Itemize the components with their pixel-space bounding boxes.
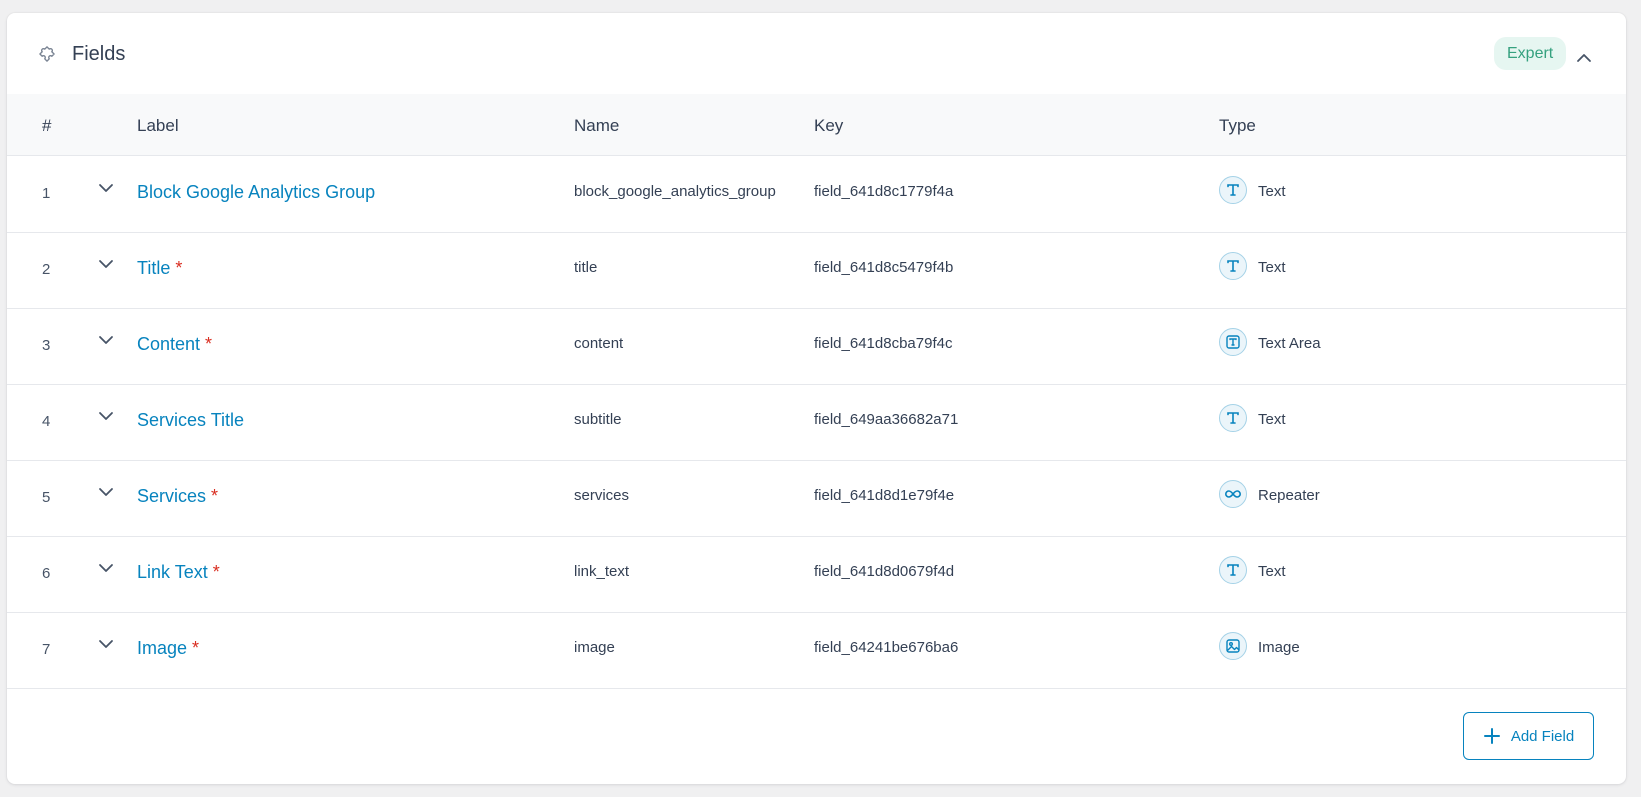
field-type: Image bbox=[1258, 639, 1300, 656]
field-key: field_641d8d1e79f4e bbox=[814, 487, 955, 504]
field-label-link[interactable]: Content * bbox=[137, 334, 212, 354]
field-name: block_google_analytics_group bbox=[574, 183, 776, 200]
required-asterisk: * bbox=[212, 562, 220, 582]
table-row: 6 Link Text * link_text field_641d8d0679f4d T… bbox=[7, 536, 1626, 613]
field-label[interactable]: Services bbox=[137, 486, 206, 506]
table-header: # Label Name Key Type bbox=[7, 94, 1626, 156]
field-type: Text bbox=[1258, 259, 1286, 276]
row-number: 7 bbox=[42, 641, 51, 658]
row-number: 5 bbox=[42, 489, 51, 506]
table-row: 4 Services Title subtitle field_649aa36682a… bbox=[7, 384, 1626, 461]
field-label-link[interactable]: Block Google Analytics Group bbox=[137, 182, 375, 202]
table-row: 1 Block Google Analytics Group block_googl… bbox=[7, 156, 1626, 233]
textarea-icon bbox=[1219, 328, 1247, 356]
panel-title: Fields bbox=[72, 43, 126, 65]
field-type: Text Area bbox=[1258, 335, 1321, 352]
chevron-up-icon[interactable] bbox=[1575, 51, 1593, 63]
chevron-down-icon[interactable] bbox=[97, 485, 115, 499]
table-row: 7 Image * image field_64241be676ba6 Image bbox=[7, 612, 1626, 689]
table-row: 3 Content * content field_641d8cba79f4c Text … bbox=[7, 308, 1626, 385]
text-icon bbox=[1219, 556, 1247, 584]
chevron-down-icon[interactable] bbox=[97, 181, 115, 195]
field-label[interactable]: Title bbox=[137, 258, 170, 278]
image-icon bbox=[1219, 632, 1247, 660]
repeater-icon bbox=[1219, 480, 1247, 508]
required-asterisk: * bbox=[175, 258, 183, 278]
field-label[interactable]: Block Google Analytics Group bbox=[137, 182, 375, 202]
field-key: field_641d8c1779f4a bbox=[814, 183, 954, 200]
field-name: link_text bbox=[574, 563, 630, 580]
row-number: 6 bbox=[42, 565, 51, 582]
field-key: field_649aa36682a71 bbox=[814, 411, 959, 428]
field-label-link[interactable]: Services * bbox=[137, 486, 218, 506]
field-key: field_64241be676ba6 bbox=[814, 639, 959, 656]
text-icon bbox=[1219, 252, 1247, 280]
panel-header: Fields Expert bbox=[7, 13, 1626, 95]
row-number: 3 bbox=[42, 337, 51, 354]
column-header-label: Label bbox=[137, 116, 179, 135]
field-type: Text bbox=[1258, 563, 1286, 580]
field-label-link[interactable]: Link Text * bbox=[137, 562, 220, 582]
field-key: field_641d8cba79f4c bbox=[814, 335, 953, 352]
add-field-label: Add Field bbox=[1510, 727, 1575, 745]
chevron-down-icon[interactable] bbox=[97, 561, 115, 575]
table-row: 5 Services * services field_641d8d1e79f4e Rep… bbox=[7, 460, 1626, 537]
field-type: Text bbox=[1258, 411, 1286, 428]
field-key: field_641d8d0679f4d bbox=[814, 563, 955, 580]
required-asterisk: * bbox=[192, 638, 200, 658]
column-header-name: Name bbox=[574, 116, 620, 135]
row-number: 2 bbox=[42, 261, 51, 278]
field-name: title bbox=[574, 259, 598, 276]
field-label-link[interactable]: Title * bbox=[137, 258, 182, 278]
row-number: 4 bbox=[42, 413, 51, 430]
row-number: 1 bbox=[42, 185, 51, 202]
required-asterisk: * bbox=[205, 334, 213, 354]
chevron-down-icon[interactable] bbox=[97, 257, 115, 271]
puzzle-icon bbox=[37, 42, 61, 66]
fields-panel: Fields Expert # Label Name Key Type 1 Blo… bbox=[7, 13, 1626, 784]
field-name: subtitle bbox=[574, 411, 622, 428]
field-key: field_641d8c5479f4b bbox=[814, 259, 954, 276]
field-name: services bbox=[574, 487, 630, 504]
field-label[interactable]: Image bbox=[137, 638, 187, 658]
text-icon bbox=[1219, 404, 1247, 432]
field-name: image bbox=[574, 639, 615, 656]
field-label[interactable]: Services Title bbox=[137, 410, 244, 430]
expert-badge[interactable]: Expert bbox=[1494, 37, 1567, 70]
field-label-link[interactable]: Image * bbox=[137, 638, 199, 658]
table-row: 2 Title * title field_641d8c5479f4b Text bbox=[7, 232, 1626, 309]
chevron-down-icon[interactable] bbox=[97, 637, 115, 651]
chevron-down-icon[interactable] bbox=[97, 409, 115, 423]
field-label-link[interactable]: Services Title bbox=[137, 410, 244, 430]
field-type: Repeater bbox=[1258, 487, 1320, 504]
column-header-type: Type bbox=[1219, 116, 1256, 135]
field-type: Text bbox=[1258, 183, 1286, 200]
add-field-button[interactable]: Add Field bbox=[1463, 712, 1594, 760]
column-header-number: # bbox=[42, 116, 52, 135]
plus-icon bbox=[1483, 728, 1500, 744]
chevron-down-icon[interactable] bbox=[97, 333, 115, 347]
field-name: content bbox=[574, 335, 624, 352]
field-label[interactable]: Content bbox=[137, 334, 200, 354]
text-icon bbox=[1219, 176, 1247, 204]
column-header-key: Key bbox=[814, 116, 844, 135]
required-asterisk: * bbox=[211, 486, 219, 506]
field-label[interactable]: Link Text bbox=[137, 562, 208, 582]
